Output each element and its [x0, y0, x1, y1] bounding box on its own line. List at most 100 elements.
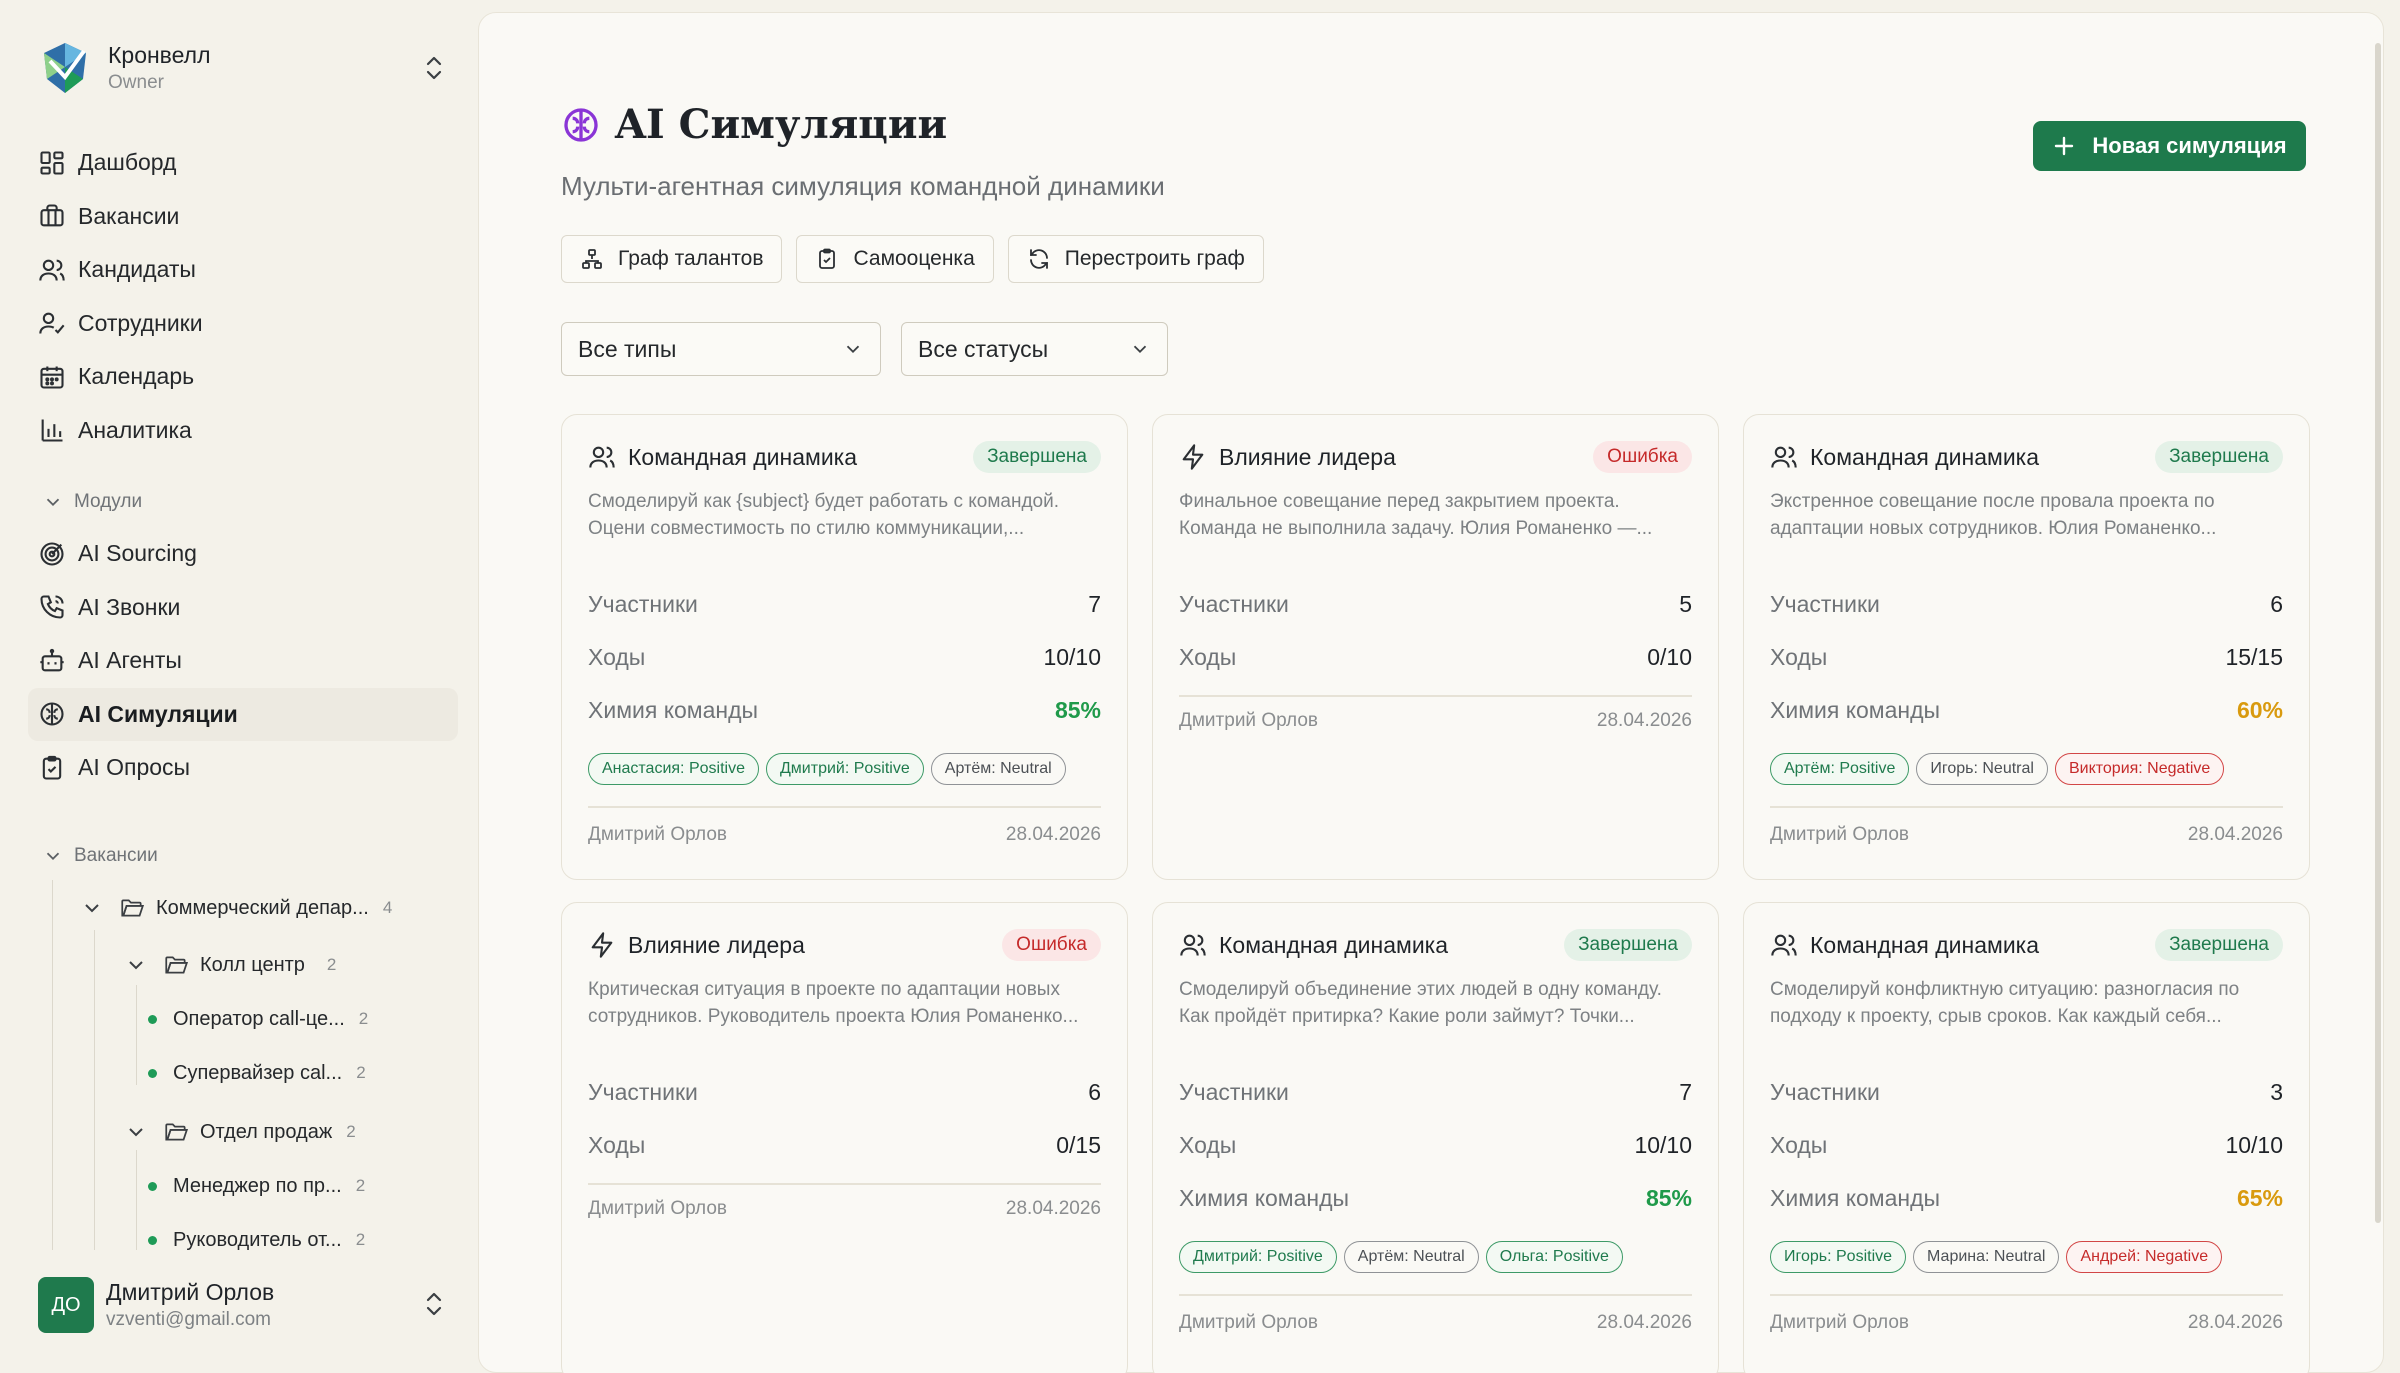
scrollbar[interactable] [2375, 43, 2381, 1223]
description-line: Как пройдёт притирка? Какие роли займут?… [1179, 1006, 1635, 1027]
nav-item-vacancies[interactable]: Вакансии [28, 190, 458, 244]
new-simulation-label: Новая симуляция [2092, 133, 2287, 158]
participants-row: Участники 3 [1770, 1075, 2283, 1109]
refresh-icon [1029, 249, 1048, 269]
status-badge: Ошибка [1593, 441, 1692, 473]
chevron-down-icon [85, 904, 99, 913]
agent-tags: Игорь: Positive Марина: Neutral Андрей: Ne… [1770, 1241, 2283, 1273]
modules-section-toggle[interactable]: Модули [28, 477, 458, 527]
participants-value: 3 [2270, 1078, 2283, 1105]
stat-label: Ходы [1179, 1131, 1237, 1158]
tree-item-call-center[interactable]: Колл центр 2 [124, 945, 336, 985]
plus-icon [2055, 136, 2074, 156]
status-filter-select[interactable]: Все статусы [901, 322, 1168, 376]
chevrons-up-down-icon[interactable] [420, 52, 448, 84]
nav-item-ai-calls[interactable]: AI Звонки [28, 581, 458, 635]
moves-value: 15/15 [2225, 643, 2283, 670]
users-icon [39, 259, 65, 281]
type-filter-value: Все типы [578, 335, 677, 362]
card-header: Командная динамика Завершена [1770, 439, 2283, 475]
nav-item-ai-sourcing[interactable]: AI Sourcing [28, 527, 458, 581]
moves-row: Ходы 10/10 [588, 640, 1101, 674]
vacancies-section-toggle[interactable]: Вакансии [28, 836, 158, 876]
self-assessment-button[interactable]: Самооценка [796, 235, 994, 283]
card-description: Смоделируй конфликтную ситуацию: разногл… [1770, 976, 2283, 1030]
type-filter-select[interactable]: Все типы [561, 322, 881, 376]
tree-item-commercial-dept[interactable]: Коммерческий депар... 4 [80, 888, 392, 928]
main-nav: Дашборд Вакансии Кандидаты Сотрудники Ка… [28, 136, 458, 795]
tree-item-supervisor[interactable]: Супервайзер cal... 2 [148, 1053, 366, 1093]
toolbar: Граф талантов Самооценка Перестроить гра… [561, 235, 1264, 283]
nav-item-ai-agents[interactable]: AI Агенты [28, 634, 458, 688]
sidebar: Кронвелл Owner Дашборд Вакансии Кандидат… [0, 0, 478, 1373]
nav-label: AI Опросы [78, 754, 191, 781]
participants-row: Участники 7 [588, 587, 1101, 621]
agent-tag: Игорь: Neutral [1916, 753, 2048, 785]
participants-value: 7 [1088, 590, 1101, 617]
card-author: Дмитрий Орлов [588, 824, 727, 845]
nav-item-candidates[interactable]: Кандидаты [28, 243, 458, 297]
moves-row: Ходы 0/15 [588, 1128, 1101, 1162]
moves-value: 10/10 [2225, 1131, 2283, 1158]
chevron-down-icon [46, 852, 60, 861]
card-description: Экстренное совещание после провала проек… [1770, 488, 2283, 542]
chemistry-row: Химия команды 85% [588, 693, 1101, 727]
nav-item-ai-surveys[interactable]: AI Опросы [28, 741, 458, 795]
network-icon [582, 249, 602, 269]
lightning-icon [1182, 444, 1204, 470]
simulation-card[interactable]: Командная динамика Завершена Смоделируй об… [1152, 902, 1719, 1373]
rebuild-graph-button[interactable]: Перестроить граф [1007, 235, 1264, 283]
folder-open-icon [165, 1123, 189, 1141]
page-header: AI Симуляции [561, 101, 947, 148]
tree-item-dept-head[interactable]: Руководитель от... 2 [148, 1220, 365, 1260]
nav-item-ai-simulations[interactable]: AI Симуляции [28, 687, 458, 741]
org-switcher[interactable]: Кронвелл Owner [28, 28, 448, 108]
stat-label: Участники [588, 590, 698, 617]
nav-item-employees[interactable]: Сотрудники [28, 297, 458, 351]
chemistry-row: Химия команды 60% [1770, 693, 2283, 727]
agent-tag: Дмитрий: Positive [765, 753, 924, 785]
chevron-down-icon [1133, 345, 1147, 354]
tree-item-sales-dept[interactable]: Отдел продаж 2 [124, 1112, 356, 1152]
card-date: 28.04.2026 [1005, 824, 1101, 845]
card-author: Дмитрий Орлов [1770, 1312, 1909, 1333]
chevrons-up-down-icon[interactable] [420, 1288, 448, 1320]
agent-tag: Артём: Neutral [930, 753, 1066, 785]
stat-label: Химия команды [1179, 1184, 1350, 1211]
card-title: Командная динамика [1219, 931, 1449, 958]
card-footer: Дмитрий Орлов 28.04.2026 [1770, 820, 2283, 850]
talent-graph-button[interactable]: Граф талантов [561, 235, 783, 283]
participants-value: 6 [2270, 590, 2283, 617]
simulation-card[interactable]: Командная динамика Завершена Смоделируй ка… [561, 414, 1128, 880]
users-icon [589, 446, 615, 468]
card-header: Командная динамика Завершена [588, 439, 1101, 475]
tree-label: Менеджер по пр... [173, 1174, 342, 1197]
user-menu[interactable]: ДО Дмитрий Орлов vzventi@gmail.com [38, 1276, 448, 1334]
card-author: Дмитрий Орлов [1179, 1312, 1318, 1333]
simulation-card[interactable]: Командная динамика Завершена Смоделируй ко… [1743, 902, 2310, 1373]
card-description: Смоделируй как {subject} будет работать … [588, 488, 1101, 542]
new-simulation-button[interactable]: Новая симуляция [2033, 121, 2306, 171]
nav-item-calendar[interactable]: Календарь [28, 350, 458, 404]
card-date: 28.04.2026 [1005, 1198, 1101, 1219]
simulation-card[interactable]: Командная динамика Завершена Экстренное со… [1743, 414, 2310, 880]
stat-label: Участники [1770, 590, 1880, 617]
simulation-card[interactable]: Влияние лидера Ошибка Критическая ситуация… [561, 902, 1128, 1373]
agent-tags: Артём: Positive Игорь: Neutral Виктория: N… [1770, 753, 2283, 785]
participants-row: Участники 6 [588, 1075, 1101, 1109]
card-footer: Дмитрий Орлов 28.04.2026 [1179, 706, 1692, 736]
tree-label: Оператор call-це... [173, 1007, 345, 1030]
nav-item-dashboard[interactable]: Дашборд [28, 136, 458, 190]
tree-item-operator[interactable]: Оператор call-це... 2 [148, 999, 368, 1039]
nav-label: Календарь [78, 363, 195, 390]
card-divider [1770, 806, 2283, 808]
user-name: Дмитрий Орлов [106, 1279, 275, 1305]
nav-item-analytics[interactable]: Аналитика [28, 404, 458, 458]
tree-item-sales-manager[interactable]: Менеджер по пр... 2 [148, 1166, 365, 1206]
nav-label: Кандидаты [78, 256, 196, 283]
briefcase-icon [40, 204, 64, 227]
status-badge: Ошибка [1002, 929, 1101, 961]
agent-tag: Артём: Positive [1770, 753, 1910, 785]
simulation-card[interactable]: Влияние лидера Ошибка Финальное совещание … [1152, 414, 1719, 880]
tree-label: Коммерческий депар... [156, 896, 369, 919]
